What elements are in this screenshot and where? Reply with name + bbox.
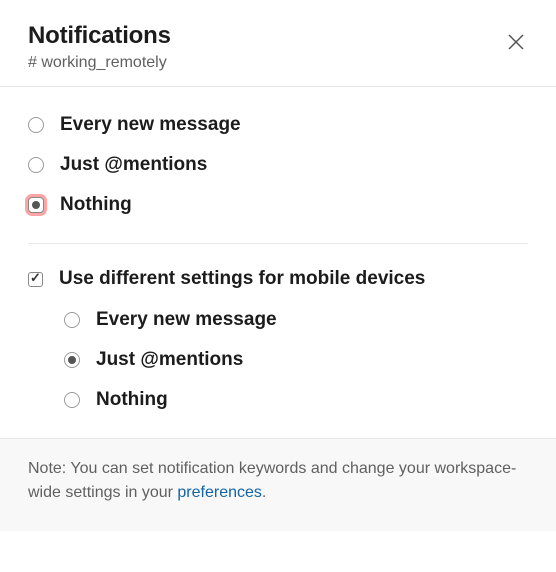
radio-icon [64, 392, 80, 408]
mobile-checkbox-row[interactable]: Use different settings for mobile device… [28, 262, 528, 300]
checkbox-label: Use different settings for mobile device… [59, 268, 425, 290]
radio-icon [64, 312, 80, 328]
radio-label: Just @mentions [60, 154, 207, 176]
radio-icon [28, 117, 44, 133]
radio-label: Every new message [96, 309, 277, 331]
channel-name: # working_remotely [28, 54, 528, 72]
radio-option-nothing[interactable]: Nothing [28, 185, 528, 225]
close-button[interactable] [504, 30, 532, 58]
checkbox-icon [28, 272, 43, 287]
radio-option-mobile-nothing[interactable]: Nothing [64, 380, 528, 420]
preferences-link[interactable]: preferences [177, 484, 262, 501]
mobile-options: Every new message Just @mentions Nothing [28, 300, 528, 420]
page-title: Notifications [28, 22, 528, 50]
radio-label: Nothing [60, 194, 132, 216]
note-suffix: . [262, 484, 266, 501]
radio-icon [64, 352, 80, 368]
radio-option-mobile-mentions[interactable]: Just @mentions [64, 340, 528, 380]
radio-label: Nothing [96, 389, 168, 411]
mobile-section: Use different settings for mobile device… [0, 244, 556, 438]
desktop-options: Every new message Just @mentions Nothing [0, 87, 556, 243]
radio-option-mentions[interactable]: Just @mentions [28, 145, 528, 185]
radio-label: Just @mentions [96, 349, 243, 371]
note-text: Note: You can set notification keywords … [28, 460, 516, 501]
radio-icon [28, 157, 44, 173]
header: Notifications # working_remotely [0, 0, 556, 86]
close-icon [504, 30, 528, 54]
footer-note: Note: You can set notification keywords … [0, 439, 556, 531]
radio-option-mobile-every-message[interactable]: Every new message [64, 300, 528, 340]
radio-option-every-message[interactable]: Every new message [28, 105, 528, 145]
radio-label: Every new message [60, 114, 241, 136]
radio-icon [28, 197, 44, 213]
